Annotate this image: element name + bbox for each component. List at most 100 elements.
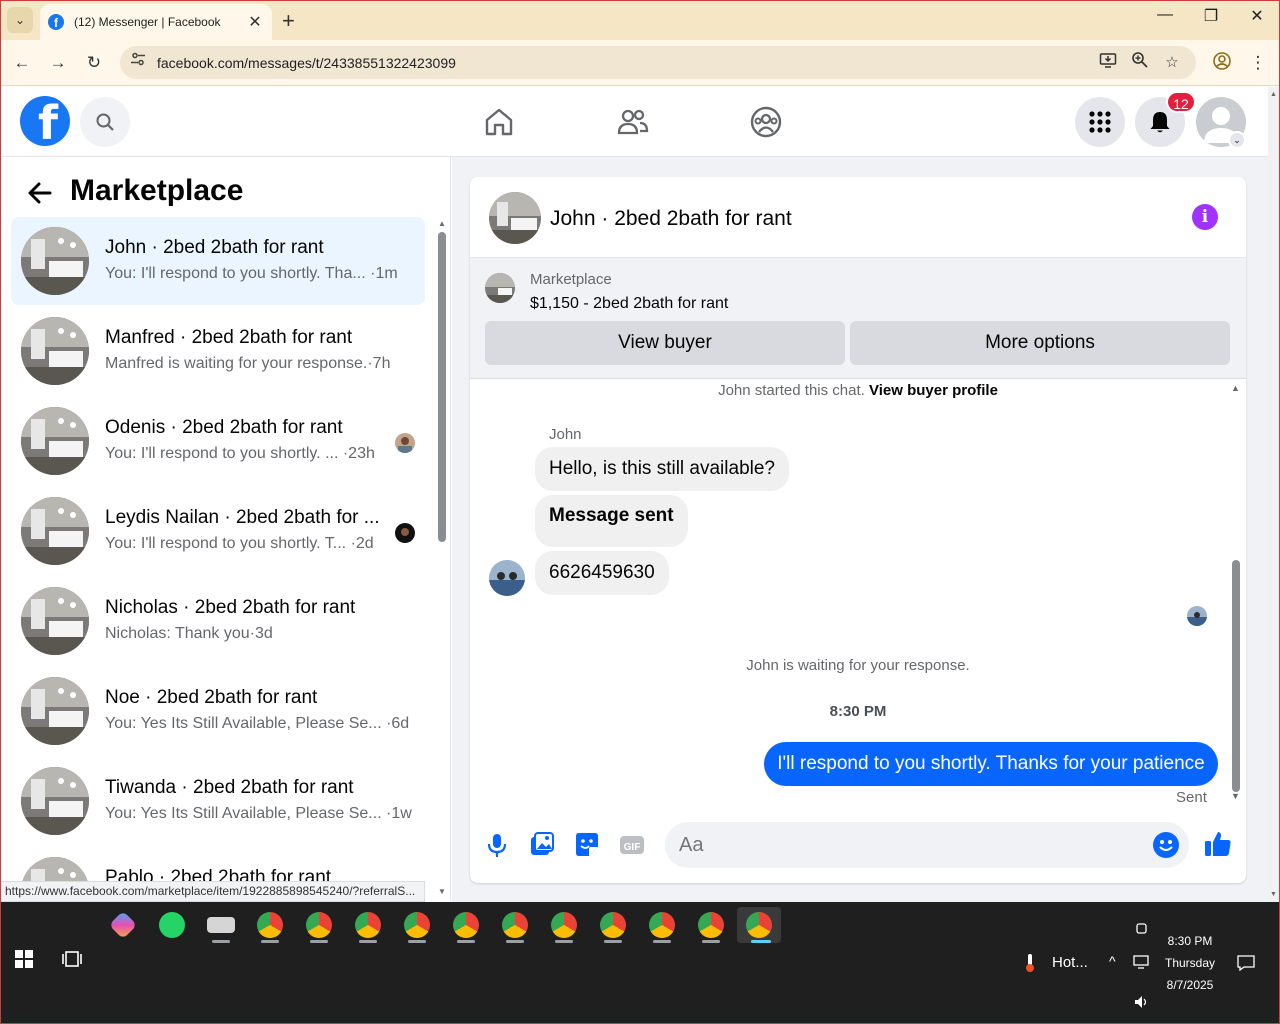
clock-time[interactable]: 8:30 PM bbox=[1160, 934, 1220, 948]
microphone-icon[interactable] bbox=[482, 830, 512, 860]
chrome-icon[interactable] bbox=[591, 907, 635, 943]
whatsapp-icon[interactable] bbox=[150, 907, 194, 943]
scroll-down-arrow-icon[interactable]: ▼ bbox=[1270, 891, 1277, 898]
message-scrollbar[interactable]: ▲ ▼ bbox=[1230, 383, 1246, 803]
conversation-preview: You: I'll respond to you shortly. ... ·2… bbox=[105, 445, 375, 462]
back-icon[interactable]: ← bbox=[10, 51, 34, 75]
browser-toolbar: ← → ↻ facebook.com/messages/t/2433855132… bbox=[0, 40, 1280, 86]
running-indicator bbox=[702, 940, 720, 943]
more-options-button[interactable]: More options bbox=[850, 321, 1230, 365]
scroll-up-arrow-icon[interactable]: ▲ bbox=[1270, 91, 1277, 98]
clock-day[interactable]: Thursday bbox=[1160, 956, 1220, 970]
menu-grid-icon[interactable] bbox=[1075, 97, 1125, 147]
install-app-icon[interactable] bbox=[1096, 51, 1120, 75]
search-icon[interactable] bbox=[80, 97, 130, 147]
weather-text[interactable]: Hot... bbox=[1052, 954, 1088, 971]
sticker-icon[interactable] bbox=[572, 830, 602, 860]
running-indicator bbox=[359, 940, 377, 943]
minimize-icon[interactable]: — bbox=[1150, 6, 1180, 24]
conversation-item[interactable]: Manfred · 2bed 2bath for rant Manfred is… bbox=[11, 307, 425, 395]
thumbs-up-icon[interactable] bbox=[1202, 828, 1234, 860]
notification-count-badge: 12 bbox=[1166, 91, 1196, 113]
emoji-icon[interactable] bbox=[1153, 832, 1179, 858]
info-icon[interactable]: i bbox=[1192, 204, 1218, 230]
zoom-icon[interactable] bbox=[1128, 51, 1152, 75]
browser-tab[interactable]: f (12) Messenger | Facebook ✕ bbox=[40, 4, 272, 40]
chrome-icon[interactable] bbox=[689, 907, 733, 943]
conversation-item[interactable]: Odenis · 2bed 2bath for rant You: I'll r… bbox=[11, 397, 425, 485]
marketplace-listing-banner: Marketplace $1,150 - 2bed 2bath for rant… bbox=[470, 257, 1246, 379]
network-icon[interactable] bbox=[1130, 950, 1154, 974]
forward-icon[interactable]: → bbox=[46, 51, 70, 75]
scroll-down-arrow-icon[interactable]: ▼ bbox=[1231, 791, 1240, 801]
incoming-message[interactable]: Message sent bbox=[535, 495, 688, 547]
running-indicator bbox=[261, 940, 279, 943]
app-icon[interactable] bbox=[199, 907, 243, 943]
photo-icon[interactable] bbox=[527, 830, 557, 860]
listing-thumbnail[interactable] bbox=[485, 273, 515, 303]
message-composer[interactable] bbox=[665, 822, 1189, 868]
windows-start-icon[interactable] bbox=[2, 941, 46, 977]
message-input[interactable] bbox=[679, 822, 1139, 868]
tab-close-icon[interactable]: ✕ bbox=[246, 12, 264, 32]
list-scroll-up-icon[interactable]: ▲ bbox=[438, 219, 446, 228]
svg-text:GIF: GIF bbox=[624, 842, 641, 853]
home-icon[interactable] bbox=[482, 105, 516, 139]
chrome-icon[interactable] bbox=[493, 907, 537, 943]
window-close-icon[interactable]: ✕ bbox=[1242, 6, 1272, 26]
chrome-icon[interactable] bbox=[444, 907, 488, 943]
page-scrollbar[interactable]: ▲ ▼ bbox=[1268, 87, 1279, 902]
conversation-item[interactable]: Leydis Nailan · 2bed 2bath for ... You: … bbox=[11, 487, 425, 575]
site-info-icon[interactable] bbox=[126, 51, 150, 75]
buyer-avatar[interactable] bbox=[489, 560, 525, 596]
notification-center-icon[interactable] bbox=[1226, 948, 1266, 978]
outgoing-message[interactable]: I'll respond to you shortly. Thanks for … bbox=[764, 742, 1218, 786]
incoming-message[interactable]: 6626459630 bbox=[535, 551, 669, 595]
browser-menu-icon[interactable]: ⋮ bbox=[1246, 51, 1270, 75]
chrome-icon[interactable] bbox=[395, 907, 439, 943]
bookmark-star-icon[interactable]: ☆ bbox=[1160, 51, 1184, 75]
running-indicator bbox=[212, 940, 230, 943]
chrome-icon-active[interactable] bbox=[737, 907, 781, 943]
facebook-logo-icon[interactable]: f bbox=[20, 96, 70, 146]
chrome-icon[interactable] bbox=[346, 907, 390, 943]
profile-icon[interactable] bbox=[1210, 51, 1234, 75]
facebook-header: f bbox=[0, 87, 1268, 157]
tray-chevron-icon[interactable]: ^ bbox=[1109, 953, 1116, 969]
listing-avatar[interactable] bbox=[489, 192, 541, 244]
view-buyer-profile-link[interactable]: View buyer profile bbox=[869, 382, 998, 399]
back-arrow-icon[interactable] bbox=[24, 177, 56, 209]
chrome-icon[interactable] bbox=[542, 907, 586, 943]
reload-icon[interactable]: ↻ bbox=[82, 51, 106, 75]
address-bar[interactable]: facebook.com/messages/t/2433855132242309… bbox=[120, 46, 1196, 79]
running-indicator bbox=[555, 940, 573, 943]
message-scroll-thumb[interactable] bbox=[1232, 560, 1240, 792]
restore-icon[interactable]: ❐ bbox=[1196, 6, 1226, 26]
new-tab-plus-icon[interactable]: + bbox=[282, 8, 295, 34]
meet-now-icon[interactable] bbox=[1120, 911, 1164, 947]
chrome-icon[interactable] bbox=[248, 907, 292, 943]
list-scrollbar-thumb[interactable] bbox=[438, 232, 446, 542]
chrome-icon[interactable] bbox=[297, 907, 341, 943]
conversation-item[interactable]: Tiwanda · 2bed 2bath for rant You: Yes I… bbox=[11, 757, 425, 845]
groups-icon[interactable] bbox=[749, 105, 783, 139]
incoming-message[interactable]: Hello, is this still available? bbox=[535, 447, 789, 491]
running-indicator bbox=[408, 940, 426, 943]
view-buyer-button[interactable]: View buyer bbox=[485, 321, 845, 365]
conversation-name: Odenis · 2bed 2bath for rant bbox=[105, 417, 343, 438]
conversation-preview: You: Yes Its Still Available, Please Se.… bbox=[105, 805, 412, 822]
friends-icon[interactable] bbox=[616, 105, 650, 139]
volume-icon[interactable] bbox=[1130, 990, 1154, 1014]
listing-price-title[interactable]: $1,150 - 2bed 2bath for rant bbox=[530, 295, 728, 313]
copilot-icon[interactable] bbox=[101, 907, 145, 943]
tab-search-chevron-icon[interactable]: ⌄ bbox=[7, 7, 33, 33]
chrome-icon[interactable] bbox=[640, 907, 684, 943]
task-view-icon[interactable] bbox=[50, 941, 94, 977]
gif-icon[interactable]: GIF bbox=[617, 830, 647, 860]
clock-date[interactable]: 8/7/2025 bbox=[1160, 978, 1220, 992]
account-chevron-icon[interactable]: ⌄ bbox=[1228, 131, 1246, 149]
list-scroll-down-icon[interactable]: ▼ bbox=[438, 887, 446, 896]
conversation-item[interactable]: John · 2bed 2bath for rant You: I'll res… bbox=[11, 217, 425, 305]
conversation-item[interactable]: Nicholas · 2bed 2bath for rant Nicholas:… bbox=[11, 577, 425, 665]
conversation-item[interactable]: Noe · 2bed 2bath for rant You: Yes Its S… bbox=[11, 667, 425, 755]
